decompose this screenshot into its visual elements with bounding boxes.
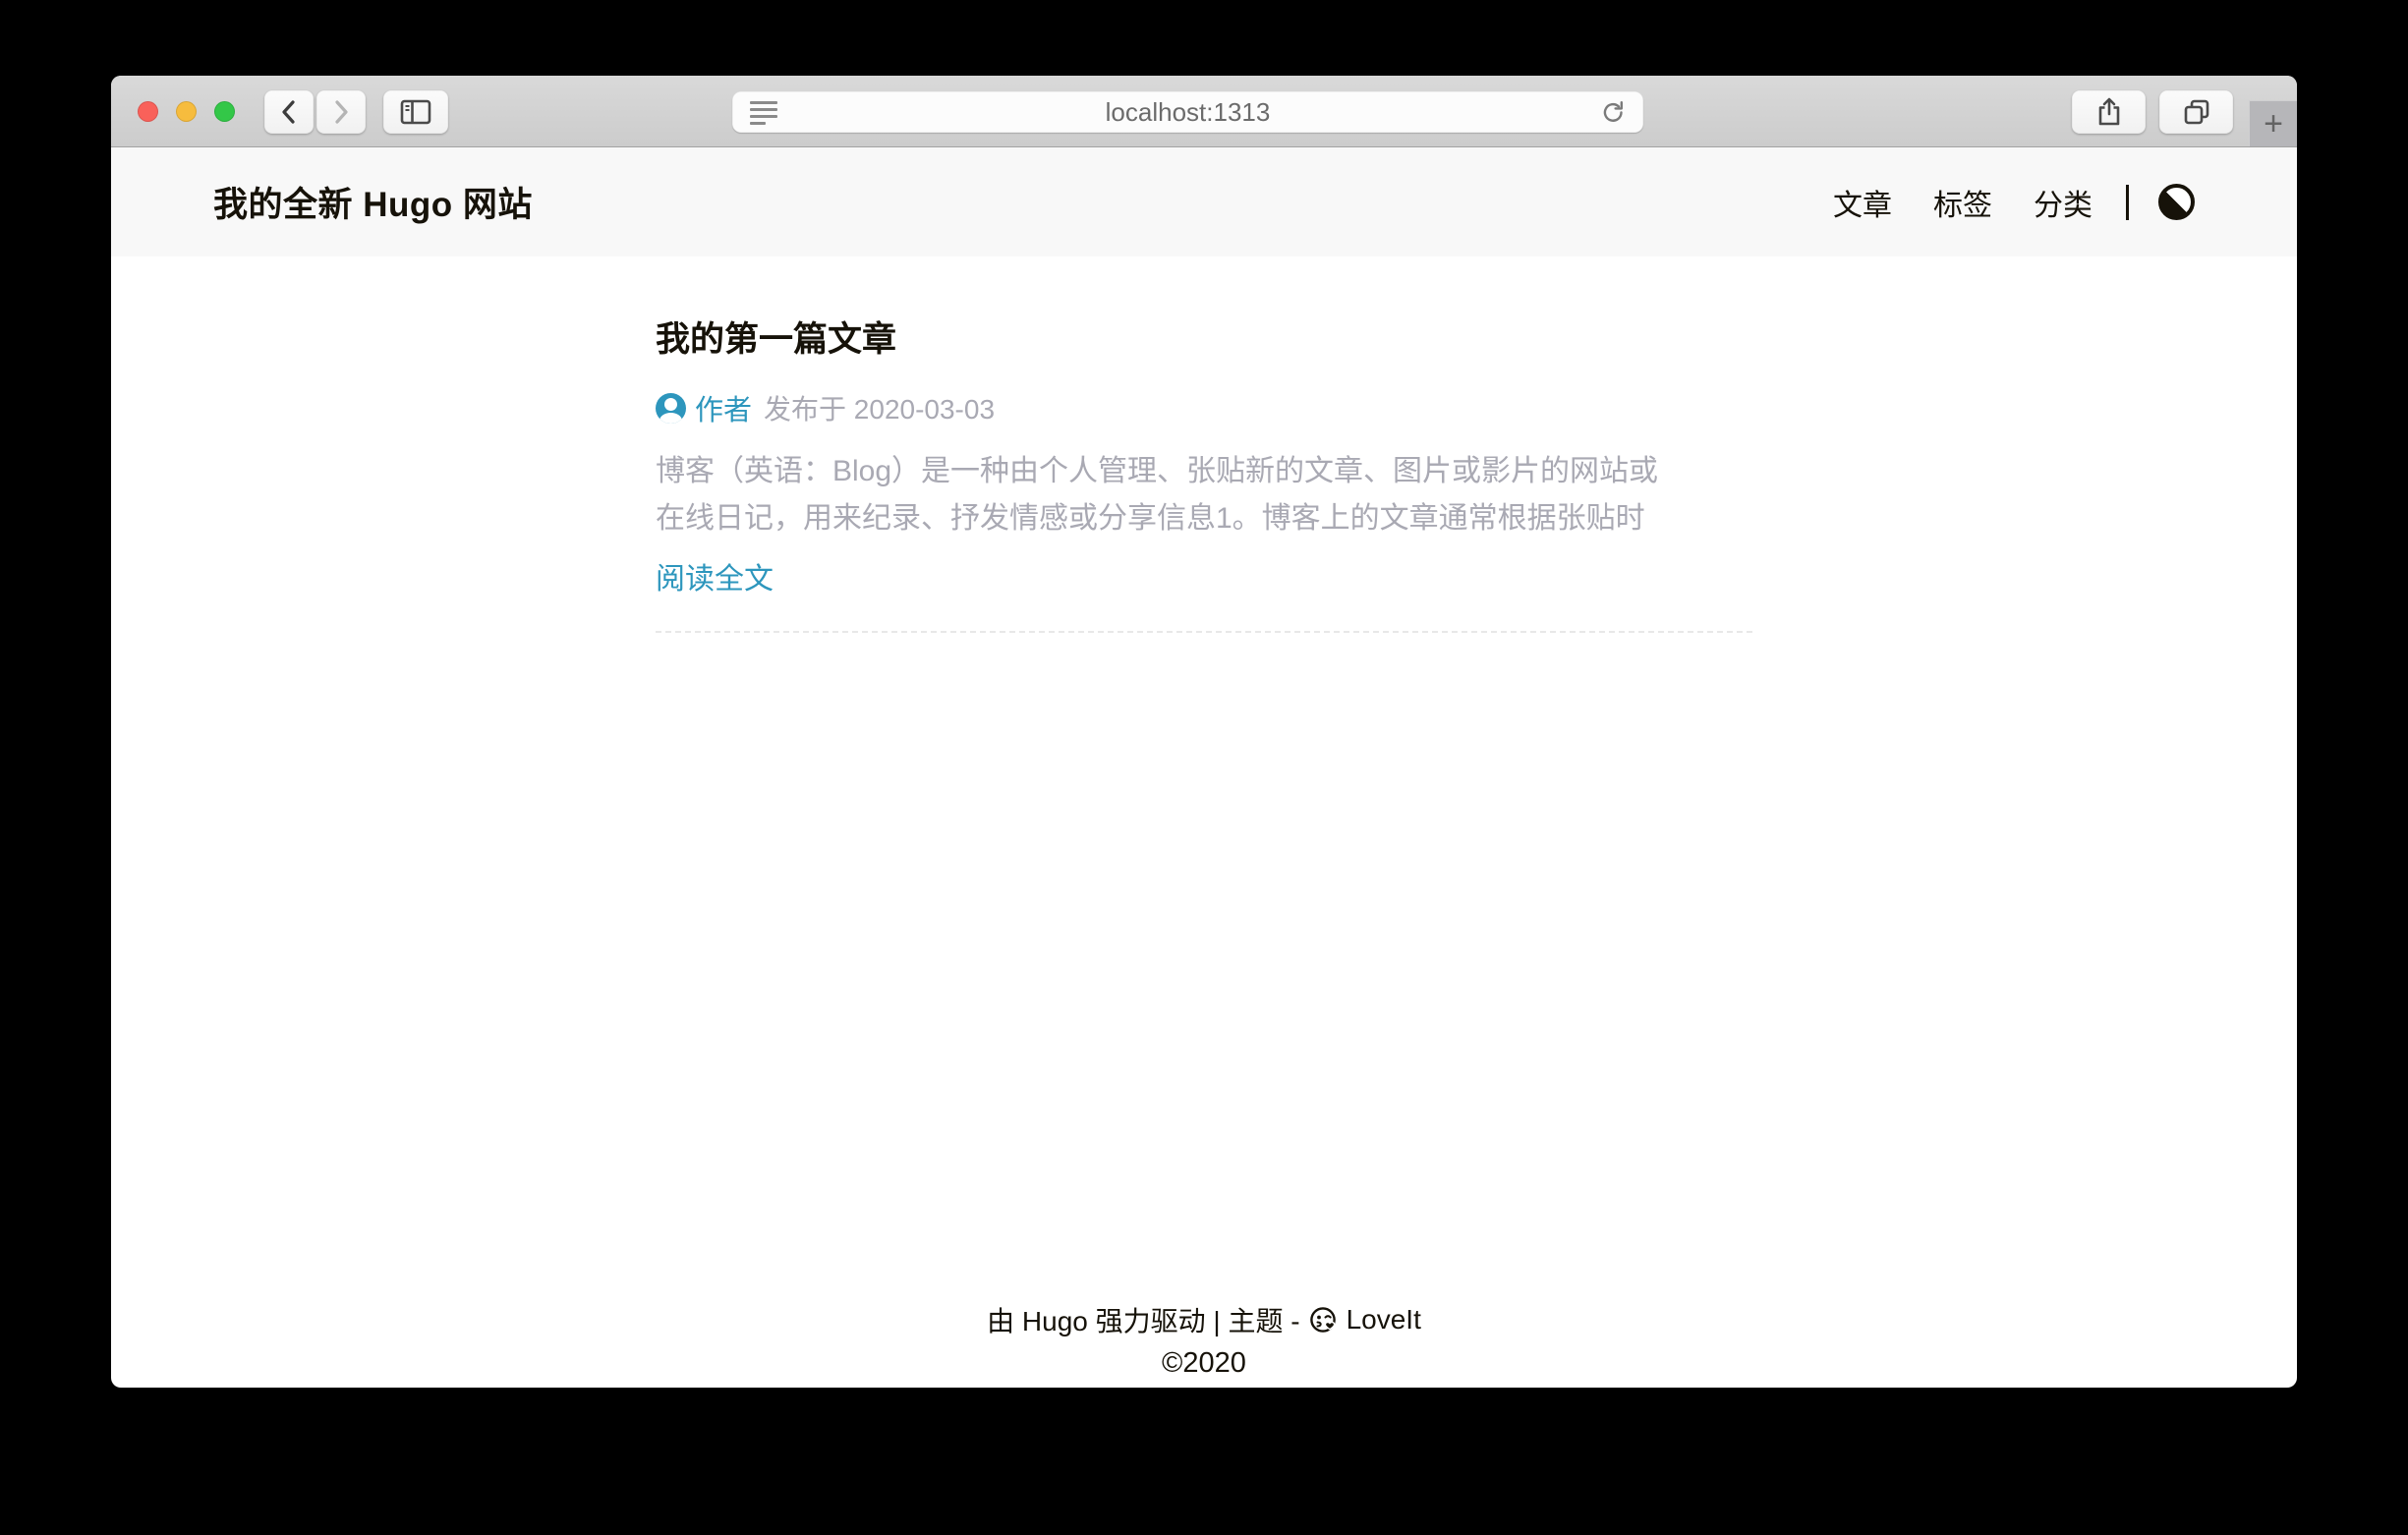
- post-meta: 作者 发布于 2020-03-03: [656, 387, 1752, 428]
- nav-item-tags[interactable]: 标签: [1933, 181, 1992, 224]
- chevron-right-icon: [328, 97, 354, 127]
- reload-icon[interactable]: [1600, 99, 1628, 127]
- close-window-button[interactable]: [138, 101, 158, 122]
- share-icon: [2095, 96, 2123, 128]
- footer-powered-text: 由 Hugo 强力驱动 | 主题 -: [987, 1300, 1299, 1339]
- footer-theme-link[interactable]: LoveIt: [1347, 1304, 1421, 1336]
- zoom-window-button[interactable]: [214, 101, 235, 122]
- browser-window: localhost:1313: [111, 76, 2297, 1388]
- site-header: 我的全新 Hugo 网站 文章 标签 分类: [111, 147, 2297, 256]
- share-button[interactable]: [2072, 90, 2146, 134]
- footer-copyright: ©2020: [111, 1347, 2297, 1380]
- excerpt-line: 在线日记，用来纪录、抒发情感或分享信息1。博客上的文章通常根据张贴时: [656, 495, 1752, 542]
- theme-toggle-icon[interactable]: [2158, 184, 2195, 220]
- site-footer: 由 Hugo 强力驱动 | 主题 - LoveIt ©2020: [111, 1300, 2297, 1380]
- url-text[interactable]: localhost:1313: [1106, 97, 1271, 128]
- nav-separator: [2126, 185, 2129, 220]
- author-link[interactable]: 作者: [695, 387, 752, 428]
- site-title[interactable]: 我的全新 Hugo 网站: [213, 177, 533, 227]
- nav-item-posts[interactable]: 文章: [1833, 181, 1892, 224]
- new-tab-button[interactable]: +: [2249, 100, 2297, 146]
- tabs-overview-icon: [2181, 97, 2212, 127]
- sidebar-toggle-icon: [399, 97, 432, 127]
- tab-overview-button[interactable]: [2159, 90, 2233, 134]
- reader-view-icon[interactable]: [750, 101, 777, 125]
- address-bar[interactable]: localhost:1313: [732, 91, 1643, 133]
- minimize-window-button[interactable]: [176, 101, 197, 122]
- nav-item-categories[interactable]: 分类: [2034, 181, 2093, 224]
- browser-toolbar: localhost:1313: [111, 76, 2297, 147]
- sidebar-toggle-button[interactable]: [383, 90, 448, 134]
- forward-button[interactable]: [316, 90, 366, 134]
- plus-icon: +: [2264, 107, 2283, 141]
- page-content: 我的第一篇文章 作者 发布于 2020-03-03 博客（英语：Blog）是一种…: [656, 312, 1752, 633]
- publish-date: 发布于 2020-03-03: [764, 388, 995, 427]
- post-divider: [656, 631, 1752, 633]
- author-avatar-icon: [656, 393, 686, 424]
- footer-powered: 由 Hugo 强力驱动 | 主题 - LoveIt: [111, 1300, 2297, 1339]
- main-nav: 文章 标签 分类: [1792, 181, 2195, 224]
- window-controls: [138, 101, 235, 122]
- excerpt-line: 博客（英语：Blog）是一种由个人管理、张贴新的文章、图片或影片的网站或: [656, 448, 1752, 495]
- read-more-link[interactable]: 阅读全文: [656, 554, 774, 597]
- back-button[interactable]: [264, 90, 314, 134]
- kiss-face-icon: [1308, 1305, 1339, 1336]
- post-excerpt: 博客（英语：Blog）是一种由个人管理、张贴新的文章、图片或影片的网站或 在线日…: [656, 448, 1752, 542]
- chevron-left-icon: [276, 97, 302, 127]
- post-title[interactable]: 我的第一篇文章: [656, 312, 1752, 362]
